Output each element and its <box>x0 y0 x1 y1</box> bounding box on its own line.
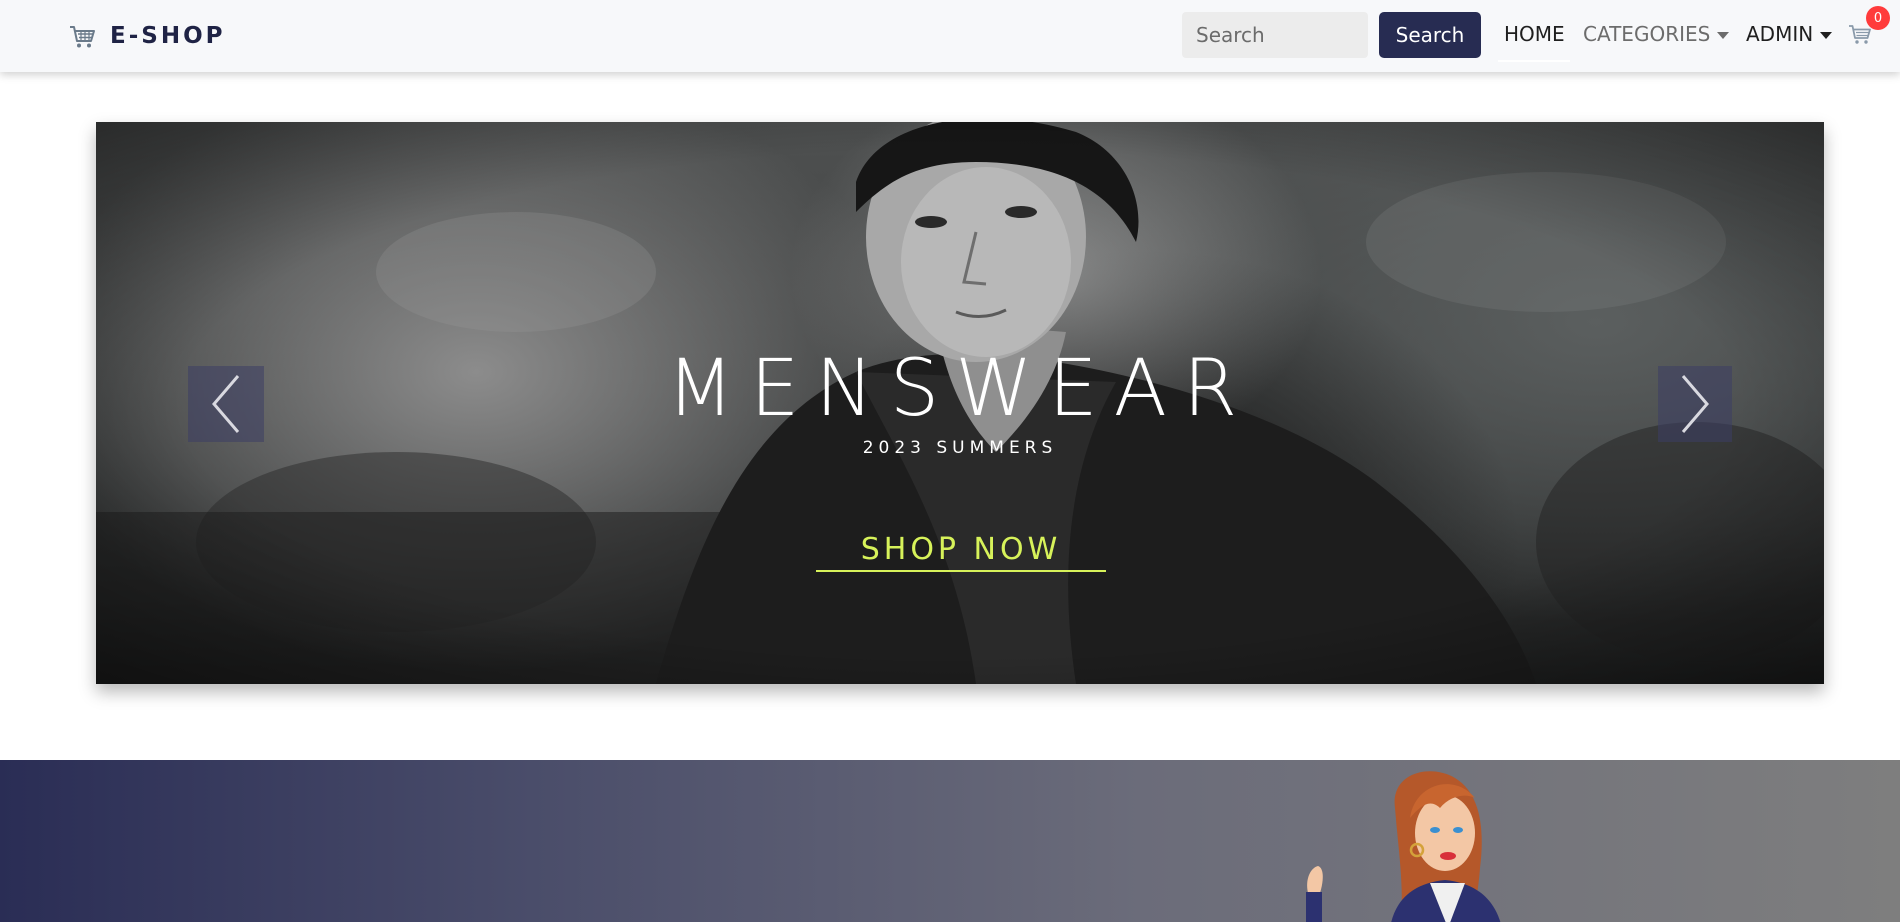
cart-icon <box>70 26 95 48</box>
carousel-prev-button[interactable] <box>188 366 264 442</box>
nav-admin-label: ADMIN <box>1746 22 1814 46</box>
carousel-next-button[interactable] <box>1658 366 1732 442</box>
nav-categories-dropdown[interactable]: CATEGORIES <box>1583 18 1730 50</box>
nav-home[interactable]: HOME <box>1504 18 1565 50</box>
hero-subtitle: 2023 SUMMERS <box>862 438 1058 458</box>
hero-carousel: MENSWEAR 2023 SUMMERS SHOP NOW <box>96 122 1824 684</box>
promo-banner <box>0 760 1900 922</box>
navbar: E-SHOP Search HOME CATEGORIES ADMIN 0 <box>0 0 1900 72</box>
brand-link[interactable]: E-SHOP <box>68 19 225 53</box>
nav-categories-label: CATEGORIES <box>1583 22 1711 46</box>
hero-title: MENSWEAR <box>666 344 1254 434</box>
nav-admin-dropdown[interactable]: ADMIN <box>1746 18 1833 50</box>
promo-woman-illustration <box>1306 771 1501 922</box>
brand-name: E-SHOP <box>110 23 226 49</box>
shop-now-link[interactable]: SHOP NOW <box>816 530 1106 572</box>
cart-count-badge: 0 <box>1866 6 1890 30</box>
caret-down-icon <box>1717 32 1730 39</box>
nav-home-underline <box>1498 60 1570 62</box>
chevron-right-icon <box>1681 375 1709 433</box>
search-button[interactable]: Search <box>1379 12 1481 58</box>
chevron-left-icon <box>212 375 240 433</box>
caret-down-icon <box>1820 32 1833 39</box>
search-input[interactable] <box>1182 12 1368 58</box>
